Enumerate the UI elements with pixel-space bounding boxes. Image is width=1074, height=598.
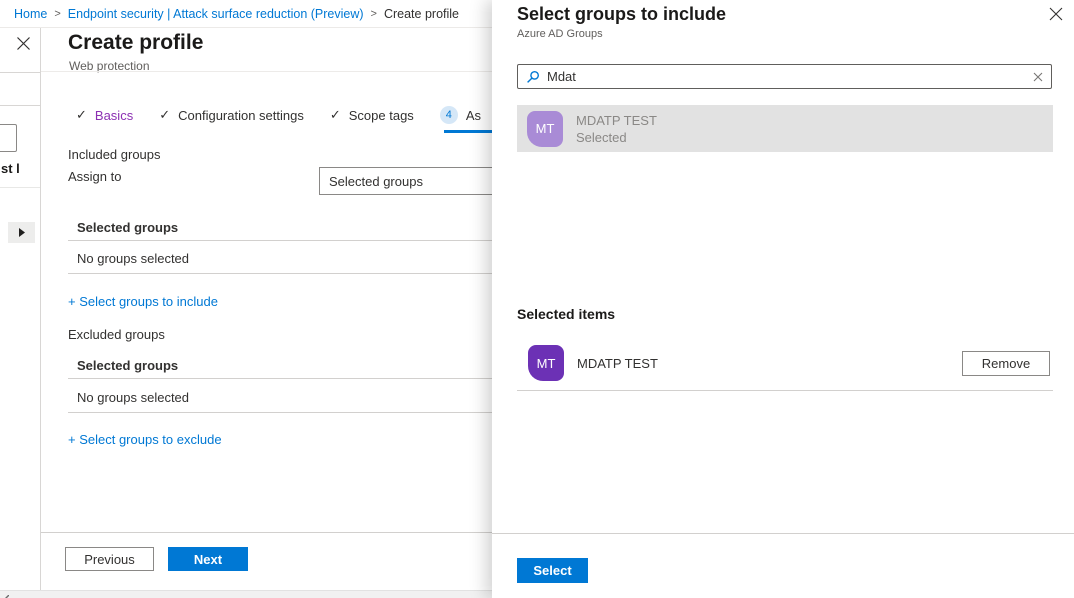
group-suggestion-row-selected[interactable]: MT MDATP TEST Selected [517,105,1053,152]
divider [0,72,40,73]
divider [68,273,492,274]
group-search-input[interactable] [547,69,1026,84]
group-status: Selected [576,129,657,146]
horizontal-scrollbar[interactable] [0,590,492,598]
divider [41,71,492,72]
assign-to-label: Assign to [68,169,121,185]
assign-to-dropdown[interactable]: Selected groups [319,167,492,195]
breadcrumb-home-link[interactable]: Home [14,7,47,21]
divider [0,105,40,106]
chevron-right-icon [18,228,25,237]
tab-scope-tags-label: Scope tags [349,108,414,123]
tab-basics-label: Basics [95,108,133,123]
tab-configuration-settings[interactable]: ✓ Configuration settings [159,107,304,123]
clear-search-icon[interactable] [1033,72,1043,82]
included-table-header: Selected groups [77,220,178,236]
page-title: Create profile [68,31,203,55]
panel-subtitle: Azure AD Groups [517,28,603,40]
create-profile-blade: Create profile Web protection ✓ Basics ✓… [40,28,492,590]
tab-scope-tags[interactable]: ✓ Scope tags [330,107,414,123]
included-groups-label: Included groups [68,147,161,163]
check-icon: ✓ [76,107,87,123]
divider [41,532,492,533]
group-search-box [517,64,1052,89]
divider [68,412,492,413]
breadcrumb-current-page: Create profile [384,7,459,21]
select-groups-to-include-link[interactable]: + Select groups to include [68,294,218,309]
tab-assignments-label: As [466,108,481,123]
divider [492,533,1074,534]
breadcrumb-separator: > [371,8,377,20]
selected-items-header: Selected items [517,306,615,322]
expand-panel-button[interactable] [8,222,35,243]
divider [0,187,40,188]
close-icon[interactable] [16,36,31,56]
tab-basics[interactable]: ✓ Basics [76,107,133,123]
group-avatar: MT [528,345,564,381]
check-icon: ✓ [330,107,341,123]
group-name: MDATP TEST [576,112,657,129]
panel-title: Select groups to include [517,4,726,25]
next-button[interactable]: Next [168,547,248,571]
clipped-column-text: st l [1,161,20,176]
excluded-table-header: Selected groups [77,358,178,374]
screen: Home > Endpoint security | Attack surfac… [0,0,1074,598]
group-avatar: MT [527,111,563,147]
select-groups-to-exclude-link[interactable]: + Select groups to exclude [68,432,222,447]
tab-assignments[interactable]: 4 As [440,106,481,124]
assign-to-dropdown-value: Selected groups [329,174,423,189]
divider [517,390,1053,391]
select-groups-panel: Select groups to include Azure AD Groups… [492,0,1074,598]
excluded-empty-text: No groups selected [77,390,189,406]
breadcrumb-separator: > [54,8,60,20]
tab-configuration-settings-label: Configuration settings [178,108,304,123]
check-icon: ✓ [159,107,170,123]
selected-item-row: MT MDATP TEST Remove [528,345,1050,381]
excluded-groups-label: Excluded groups [68,327,165,343]
close-icon[interactable] [1049,7,1063,26]
select-button[interactable]: Select [517,558,588,583]
previous-button[interactable]: Previous [65,547,154,571]
divider [68,240,492,241]
breadcrumb-endpoint-security-link[interactable]: Endpoint security | Attack surface reduc… [68,7,364,21]
search-icon [526,70,540,84]
remove-button[interactable]: Remove [962,351,1050,376]
scrollbar-corner-mark [1,590,9,598]
wizard-steps: ✓ Basics ✓ Configuration settings ✓ Scop… [76,102,481,128]
breadcrumb: Home > Endpoint security | Attack surfac… [0,0,492,28]
background-page-strip: st l [0,28,40,590]
included-empty-text: No groups selected [77,251,189,267]
step-number-badge: 4 [440,106,458,124]
clipped-search-box[interactable] [0,124,17,152]
divider [68,378,492,379]
selected-group-name: MDATP TEST [577,356,962,371]
active-tab-underline [444,130,492,133]
